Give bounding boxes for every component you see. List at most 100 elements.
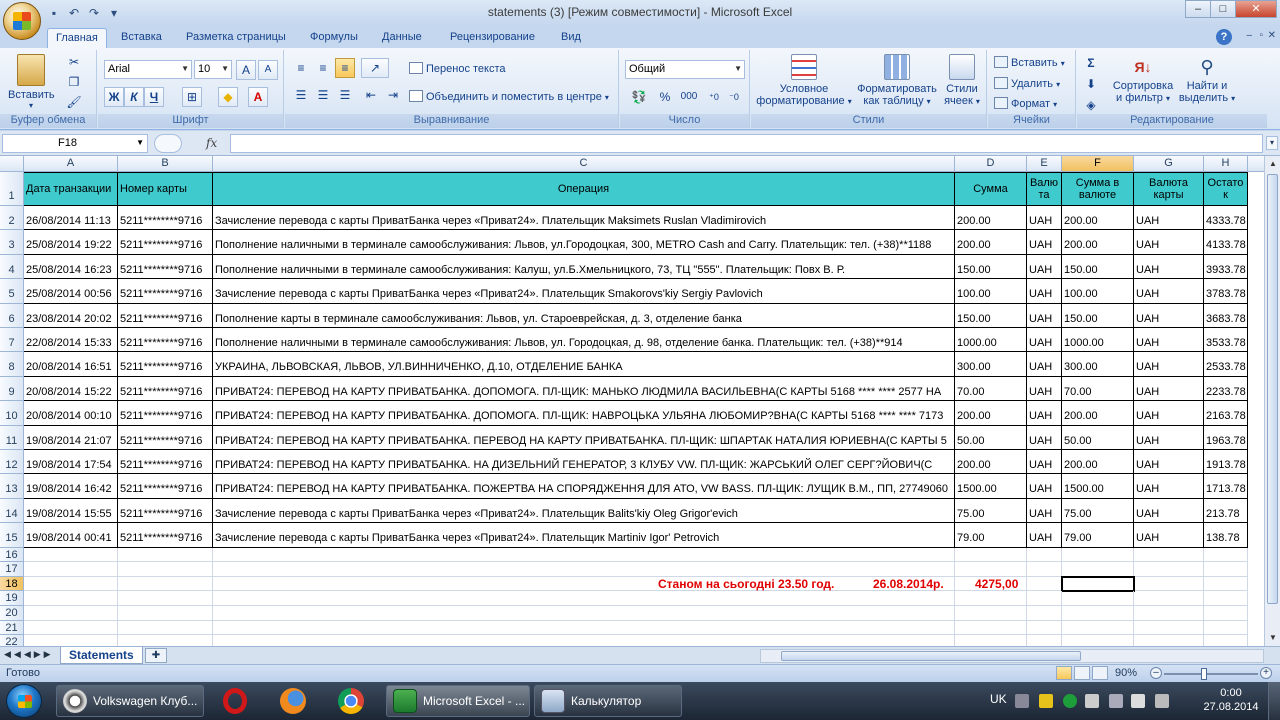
row-header-21[interactable]: 21: [0, 620, 24, 636]
table-cell[interactable]: 26/08/2014 11:13: [24, 206, 118, 231]
table-cell[interactable]: 4133.78: [1204, 230, 1248, 255]
wrap-text-button[interactable]: Перенос текста: [409, 62, 506, 75]
empty-cell[interactable]: [213, 635, 955, 646]
empty-cell[interactable]: [213, 547, 955, 563]
empty-cell[interactable]: [1134, 620, 1204, 636]
zoom-in-icon[interactable]: +: [1260, 667, 1272, 679]
table-cell[interactable]: Зачисление перевода с карты ПриватБанка …: [213, 279, 955, 304]
table-cell[interactable]: 25/08/2014 19:22: [24, 230, 118, 255]
empty-cell[interactable]: [955, 606, 1027, 621]
select-all-corner[interactable]: [0, 156, 24, 172]
empty-cell[interactable]: [24, 547, 118, 563]
table-cell[interactable]: 200.00: [1062, 230, 1134, 255]
empty-cell[interactable]: [118, 635, 213, 646]
table-cell[interactable]: Пополнение наличными в терминале самообс…: [213, 254, 955, 280]
empty-cell[interactable]: [1134, 635, 1204, 646]
table-cell[interactable]: 75.00: [1062, 498, 1134, 524]
table-cell[interactable]: 2233.78: [1204, 376, 1248, 402]
messenger-icon[interactable]: [1039, 694, 1053, 708]
table-cell[interactable]: UAH: [1027, 401, 1062, 426]
insert-cells-button[interactable]: Вставить ▾: [994, 56, 1065, 69]
row-header-5[interactable]: 5: [0, 279, 24, 304]
table-cell[interactable]: Зачисление перевода с карты ПриватБанка …: [213, 206, 955, 231]
column-header-d[interactable]: D: [955, 156, 1027, 172]
empty-cell[interactable]: [213, 576, 955, 592]
table-cell[interactable]: 19/08/2014 16:42: [24, 474, 118, 499]
row-header-22[interactable]: 22: [0, 635, 24, 646]
table-cell[interactable]: Зачисление перевода с карты ПриватБанка …: [213, 523, 955, 548]
empty-cell[interactable]: [1134, 562, 1204, 577]
display-icon[interactable]: [1109, 694, 1123, 708]
table-cell[interactable]: 70.00: [955, 376, 1027, 402]
table-cell[interactable]: UAH: [1134, 328, 1204, 353]
row-header-10[interactable]: 10: [0, 401, 24, 426]
row-header-11[interactable]: 11: [0, 425, 24, 450]
align-left-icon[interactable]: ☰: [291, 85, 311, 105]
empty-cell[interactable]: [1062, 562, 1134, 577]
empty-cell[interactable]: [118, 591, 213, 606]
table-cell[interactable]: 5211********9716: [118, 474, 213, 499]
insert-sheet-icon[interactable]: ✚: [145, 648, 167, 663]
empty-cell[interactable]: [24, 635, 118, 646]
row-header-14[interactable]: 14: [0, 498, 24, 524]
row-header-4[interactable]: 4: [0, 254, 24, 280]
empty-cell[interactable]: [24, 591, 118, 606]
font-color-icon[interactable]: A: [248, 87, 268, 107]
table-cell[interactable]: UAH: [1134, 206, 1204, 231]
table-cell[interactable]: 200.00: [955, 401, 1027, 426]
align-middle-icon[interactable]: ≡: [313, 58, 333, 78]
table-cell[interactable]: 5211********9716: [118, 498, 213, 524]
find-select-button[interactable]: ⚲ Найти и выделить ▾: [1177, 54, 1237, 105]
table-cell[interactable]: Пополнение наличными в терминале самообс…: [213, 328, 955, 353]
table-cell[interactable]: 100.00: [1062, 279, 1134, 304]
table-cell[interactable]: ПРИВАТ24: ПЕРЕВОД НА КАРТУ ПРИВАТБАНКА. …: [213, 376, 955, 402]
conditional-formatting-button[interactable]: Условное форматирование ▾: [755, 54, 853, 108]
thousands-button[interactable]: 000: [677, 87, 701, 107]
table-cell[interactable]: 100.00: [955, 279, 1027, 304]
row-header-13[interactable]: 13: [0, 474, 24, 499]
table-header-cell[interactable]: Валю та: [1027, 172, 1062, 206]
row-header-9[interactable]: 9: [0, 376, 24, 402]
table-cell[interactable]: 79.00: [955, 523, 1027, 548]
table-header-cell[interactable]: Валюта карты: [1134, 172, 1204, 206]
table-cell[interactable]: 22/08/2014 15:33: [24, 328, 118, 353]
empty-cell[interactable]: [24, 620, 118, 636]
formula-input[interactable]: [230, 134, 1263, 153]
language-indicator[interactable]: UK: [990, 692, 1007, 706]
cut-icon[interactable]: ✂: [64, 52, 84, 72]
empty-cell[interactable]: [1062, 635, 1134, 646]
table-cell[interactable]: UAH: [1027, 254, 1062, 280]
table-cell[interactable]: UAH: [1027, 279, 1062, 304]
bold-button[interactable]: Ж: [104, 87, 124, 107]
number-format-combo[interactable]: Общий ▼: [625, 60, 745, 79]
table-cell[interactable]: 200.00: [955, 450, 1027, 475]
zoom-slider[interactable]: – +: [1150, 667, 1272, 681]
table-header-cell[interactable]: Остато к: [1204, 172, 1248, 206]
table-cell[interactable]: UAH: [1134, 450, 1204, 475]
empty-cell[interactable]: [1204, 591, 1248, 606]
copy-icon[interactable]: ❐: [64, 72, 84, 92]
table-cell[interactable]: 25/08/2014 00:56: [24, 279, 118, 304]
font-name-combo[interactable]: Arial ▼: [104, 60, 192, 79]
table-cell[interactable]: 1913.78: [1204, 450, 1248, 475]
empty-cell[interactable]: [213, 606, 955, 621]
empty-cell[interactable]: [1204, 562, 1248, 577]
office-button[interactable]: [3, 2, 41, 40]
table-header-cell[interactable]: Номер карты: [118, 172, 213, 206]
table-cell[interactable]: 5211********9716: [118, 352, 213, 377]
table-cell[interactable]: 200.00: [1062, 450, 1134, 475]
table-cell[interactable]: UAH: [1027, 230, 1062, 255]
fill-color-icon[interactable]: ◆: [218, 87, 238, 107]
table-cell[interactable]: 50.00: [955, 425, 1027, 450]
table-cell[interactable]: 23/08/2014 20:02: [24, 303, 118, 328]
table-cell[interactable]: 5211********9716: [118, 328, 213, 353]
empty-cell[interactable]: [24, 606, 118, 621]
orientation-icon[interactable]: ↗: [361, 58, 389, 78]
table-cell[interactable]: 213.78: [1204, 498, 1248, 524]
table-cell[interactable]: 2533.78: [1204, 352, 1248, 377]
table-header-cell[interactable]: Сумма: [955, 172, 1027, 206]
taskbar-pin-opera[interactable]: [208, 685, 262, 717]
taskbar-pin-chrome[interactable]: [324, 685, 378, 717]
table-cell[interactable]: 138.78: [1204, 523, 1248, 548]
clock[interactable]: 0:00 27.08.2014: [1198, 686, 1264, 714]
